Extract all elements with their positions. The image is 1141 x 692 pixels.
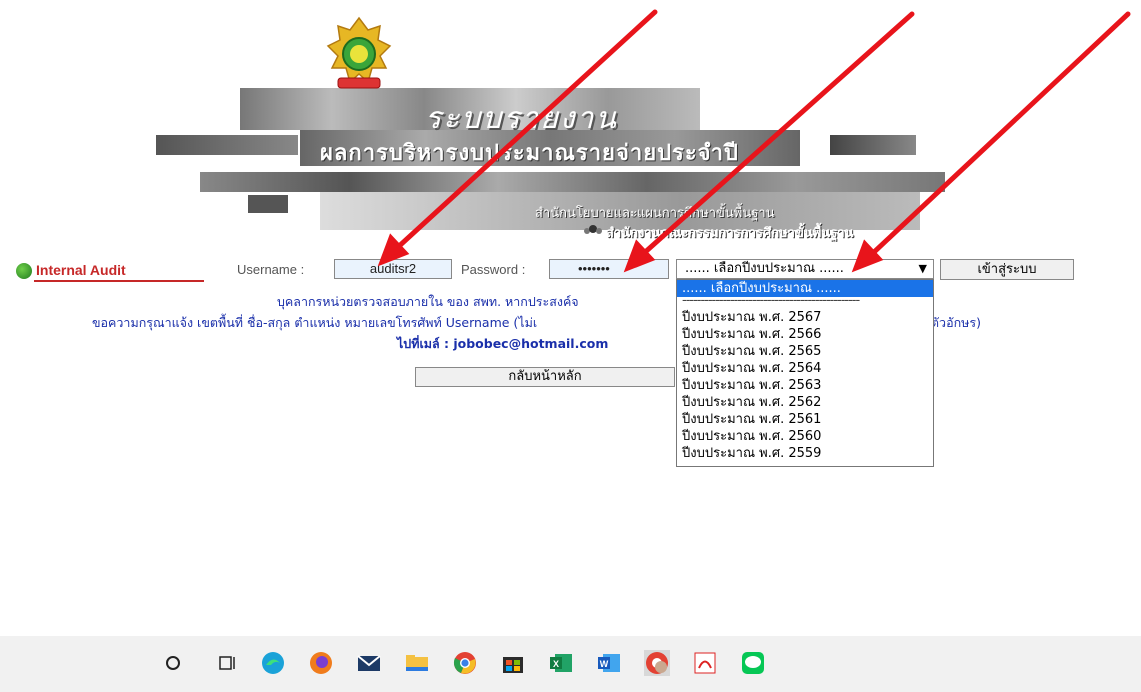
annotation-arrows — [377, 9, 1131, 273]
store-icon[interactable] — [500, 650, 526, 676]
svg-text:X: X — [553, 659, 559, 669]
acrobat-icon[interactable] — [692, 650, 718, 676]
red-arrow-select — [869, 11, 1131, 257]
line-icon[interactable] — [740, 650, 766, 676]
search-circle-icon[interactable] — [160, 650, 186, 676]
chrome-icon[interactable] — [452, 650, 478, 676]
chrome-profile-icon[interactable] — [644, 650, 670, 676]
svg-text:W: W — [600, 659, 609, 669]
word-icon[interactable]: W — [596, 650, 622, 676]
firefox-icon[interactable] — [308, 650, 334, 676]
task-view-icon[interactable] — [215, 650, 241, 676]
windows-taskbar: X W — [0, 636, 1141, 692]
mail-icon[interactable] — [356, 650, 382, 676]
edge-icon[interactable] — [260, 650, 286, 676]
red-arrow-username — [394, 9, 658, 251]
file-explorer-icon[interactable] — [404, 650, 430, 676]
red-arrow-password — [640, 11, 915, 257]
excel-icon[interactable]: X — [548, 650, 574, 676]
